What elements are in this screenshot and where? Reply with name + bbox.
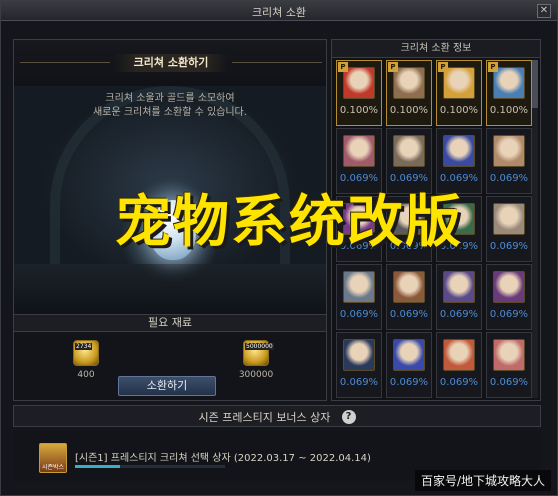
scroll-thumb[interactable]: [532, 60, 538, 108]
creature-portrait-icon: [443, 339, 475, 371]
season-box-icon[interactable]: 시즌박스: [39, 443, 67, 473]
creature-portrait-icon: [343, 135, 375, 167]
material-count: 300000: [238, 370, 274, 380]
creature-rate: 0.069%: [389, 377, 429, 388]
creature-cell[interactable]: 0.069%: [436, 332, 482, 398]
creature-portrait-icon: [393, 271, 425, 303]
creature-cell[interactable]: 0.069%: [436, 264, 482, 330]
creature-rate: 0.100%: [439, 105, 479, 116]
creature-cell[interactable]: 0.069%: [336, 332, 382, 398]
watermark: 百家号/地下城攻略大人: [414, 470, 551, 491]
material-soul[interactable]: 2734 400: [56, 340, 116, 380]
creature-portrait-icon: [443, 135, 475, 167]
premium-tag: P: [488, 62, 498, 72]
creature-summon-window: 크리쳐 소환 ✕ 크리쳐 소환하기 크리쳐 소울과 골드를 소모하여 새로운 크…: [0, 0, 558, 496]
title-bar[interactable]: 크리쳐 소환 ✕: [1, 1, 557, 21]
summon-info-header: 크리쳐 소환 정보: [332, 40, 540, 58]
material-badge: 5000000: [245, 343, 274, 350]
prestige-progress-bar: [75, 465, 225, 468]
premium-tag: P: [438, 62, 448, 72]
creature-rate: 0.100%: [489, 105, 529, 116]
creature-rate: 0.069%: [439, 377, 479, 388]
prestige-bonus-text: [시즌1] 프레스티지 크리쳐 선택 상자 (2022.03.17 ~ 2022…: [75, 453, 371, 464]
creature-portrait-icon: [393, 339, 425, 371]
creature-cell[interactable]: P 0.100%: [386, 60, 432, 126]
creature-portrait-icon: [493, 135, 525, 167]
prestige-progress-fill: [75, 465, 120, 468]
creature-portrait-icon: [443, 271, 475, 303]
creature-portrait-icon: [393, 135, 425, 167]
soul-coin-icon: 2734: [73, 340, 99, 366]
gold-coins-icon: 5000000: [243, 340, 274, 366]
creature-cell[interactable]: 0.069%: [386, 264, 432, 330]
scene-floor: [14, 264, 326, 314]
season-box-label: 시즌박스: [41, 464, 65, 471]
creature-cell[interactable]: 0.069%: [386, 332, 432, 398]
creature-portrait-icon: [493, 339, 525, 371]
creature-cell[interactable]: 0.069%: [486, 332, 532, 398]
window-title: 크리쳐 소환: [251, 6, 307, 19]
creature-cell[interactable]: P 0.100%: [486, 60, 532, 126]
summon-panel-header: 크리쳐 소환하기: [14, 40, 326, 86]
creature-list-scrollbar[interactable]: [532, 60, 538, 398]
description-line-2: 새로운 크리쳐를 소환할 수 있습니다.: [93, 107, 247, 118]
creature-rate: 0.100%: [389, 105, 429, 116]
creature-portrait-icon: [493, 271, 525, 303]
description-line-1: 크리쳐 소울과 골드를 소모하여: [105, 93, 235, 104]
creature-rate: 0.069%: [339, 309, 379, 320]
creature-rate: 0.069%: [489, 377, 529, 388]
creature-rate: 0.069%: [389, 309, 429, 320]
creature-rate: 0.100%: [339, 105, 379, 116]
material-gold[interactable]: 5000000 300000: [226, 340, 286, 380]
creature-rate: 0.069%: [339, 377, 379, 388]
summon-panel-title: 크리쳐 소환하기: [20, 54, 322, 72]
premium-tag: P: [338, 62, 348, 72]
prestige-bonus-title: 시즌 프레스티지 보너스 상자: [198, 411, 331, 424]
creature-cell[interactable]: P 0.100%: [436, 60, 482, 126]
creature-cell[interactable]: P 0.100%: [336, 60, 382, 126]
creature-cell[interactable]: 0.069%: [486, 264, 532, 330]
summon-description: 크리쳐 소울과 골드를 소모하여 새로운 크리쳐를 소환할 수 있습니다.: [14, 92, 326, 120]
prestige-bonus-bar: 시즌 프레스티지 보너스 상자 ?: [13, 405, 541, 427]
creature-rate: 0.069%: [489, 309, 529, 320]
materials-header: 필요 재료: [14, 314, 326, 332]
creature-cell[interactable]: 0.069%: [336, 264, 382, 330]
help-icon[interactable]: ?: [341, 409, 356, 424]
close-button[interactable]: ✕: [537, 4, 551, 18]
summon-button[interactable]: 소환하기: [118, 376, 216, 396]
creature-rate: 0.069%: [439, 309, 479, 320]
material-count: 400: [77, 370, 95, 380]
premium-tag: P: [388, 62, 398, 72]
overlay-title: 宠物系统改版: [115, 189, 463, 255]
material-badge: 2734: [75, 343, 93, 350]
creature-portrait-icon: [343, 339, 375, 371]
creature-portrait-icon: [343, 271, 375, 303]
